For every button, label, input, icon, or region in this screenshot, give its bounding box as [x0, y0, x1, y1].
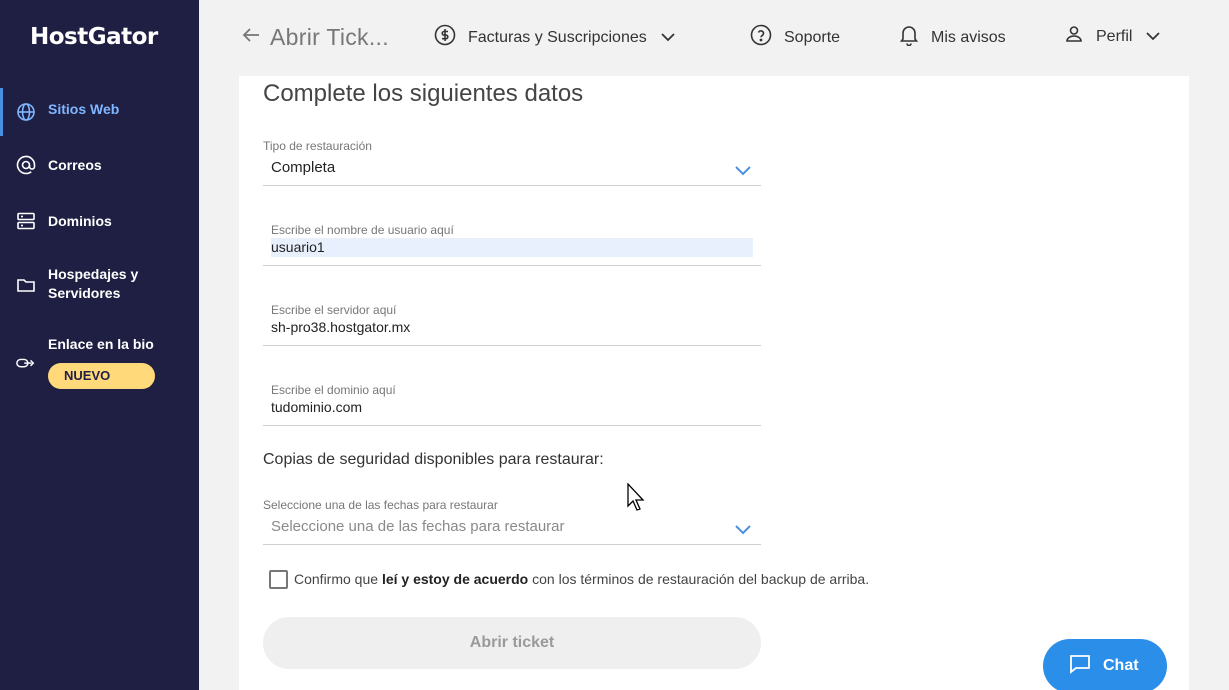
backups-heading: Copias de seguridad disponibles para res…: [263, 451, 604, 468]
globe-icon: [16, 102, 36, 122]
chat-bubble-icon: [1069, 654, 1091, 679]
support-link[interactable]: Soporte: [750, 24, 840, 51]
chevron-down-icon: [735, 522, 751, 540]
at-icon: [16, 155, 36, 175]
domain-field[interactable]: Escribe el dominio aquí tudominio.com: [263, 382, 761, 426]
backup-date-label: Seleccione una de las fechas para restau…: [263, 498, 498, 512]
sidebar-item-label: Correos: [48, 157, 102, 173]
restore-type-value: Completa: [271, 159, 336, 176]
chevron-down-icon: [661, 29, 675, 47]
form-heading: Complete los siguientes datos: [263, 80, 584, 107]
page-title: Abrir Tick...: [270, 24, 389, 50]
terms-text-pre: Confirmo que: [294, 571, 382, 587]
arrow-left-icon: [242, 27, 260, 48]
profile-label: Perfil: [1096, 27, 1133, 45]
chat-label: Chat: [1103, 657, 1139, 674]
mouse-cursor-icon: [627, 482, 645, 516]
sidebar-item-correos[interactable]: Correos: [0, 145, 199, 185]
server-icon: [16, 211, 36, 231]
username-value: usuario1: [271, 239, 325, 255]
logo[interactable]: HostGator: [30, 24, 158, 50]
server-field[interactable]: Escribe el servidor aquí sh-pro38.hostga…: [263, 302, 761, 346]
chevron-down-icon: [735, 163, 751, 181]
username-label: Escribe el nombre de usuario aquí: [271, 223, 454, 237]
back-button[interactable]: Abrir Tick...: [242, 24, 389, 51]
sidebar-item-label: Enlace en la bio: [48, 336, 154, 352]
label-line-1: Hospedajes y: [48, 266, 139, 282]
label-line-2: Servidores: [48, 285, 121, 301]
sidebar-item-label: Hospedajes y Servidores: [48, 265, 138, 303]
sidebar-item-label: Dominios: [48, 213, 112, 229]
support-label: Soporte: [784, 28, 841, 46]
billing-label: Facturas y Suscripciones: [468, 28, 647, 46]
chevron-down-icon: [1146, 28, 1161, 46]
backup-date-placeholder: Seleccione una de las fechas para restau…: [271, 518, 565, 535]
link-icon: [16, 354, 36, 374]
folder-icon: [16, 275, 36, 295]
domain-value: tudominio.com: [271, 399, 363, 415]
profile-menu[interactable]: Perfil: [1064, 24, 1161, 49]
sidebar: HostGator Sitios Web Correos Dominios Ho…: [0, 0, 199, 690]
new-badge: NUEVO: [48, 363, 155, 389]
terms-text-bold: leí y estoy de acuerdo: [381, 571, 529, 587]
terms-checkbox[interactable]: [269, 570, 288, 589]
restore-type-label: Tipo de restauración: [263, 139, 372, 153]
dollar-circle-icon: [434, 24, 456, 51]
chat-button[interactable]: Chat: [1043, 639, 1167, 690]
server-label: Escribe el servidor aquí: [271, 303, 397, 317]
sidebar-item-dominios[interactable]: Dominios: [0, 201, 199, 241]
user-icon: [1064, 24, 1084, 49]
sidebar-item-label: Sitios Web: [48, 101, 120, 117]
restore-type-select[interactable]: Tipo de restauración Completa: [263, 139, 761, 186]
terms-text-post: con los términos de restauración del bac…: [528, 571, 870, 587]
username-field[interactable]: Escribe el nombre de usuario aquí usuari…: [263, 222, 761, 266]
domain-label: Escribe el dominio aquí: [271, 383, 396, 397]
server-value: sh-pro38.hostgator.mx: [271, 319, 411, 335]
bell-icon: [899, 24, 919, 51]
backup-date-select[interactable]: Seleccione una de las fechas para restau…: [263, 498, 761, 545]
sidebar-item-sitios-web[interactable]: Sitios Web: [0, 88, 199, 136]
username-input[interactable]: [271, 238, 753, 257]
terms-label: Confirmo que leí y estoy de acuerdo con …: [294, 571, 869, 587]
sidebar-item-hospedajes[interactable]: Hospedajes y Servidores: [0, 262, 199, 308]
notices-label: Mis avisos: [931, 28, 1006, 46]
open-ticket-button[interactable]: Abrir ticket: [263, 617, 761, 669]
help-circle-icon: [750, 24, 772, 51]
billing-menu[interactable]: Facturas y Suscripciones: [434, 24, 675, 51]
notices-link[interactable]: Mis avisos: [899, 24, 1006, 51]
